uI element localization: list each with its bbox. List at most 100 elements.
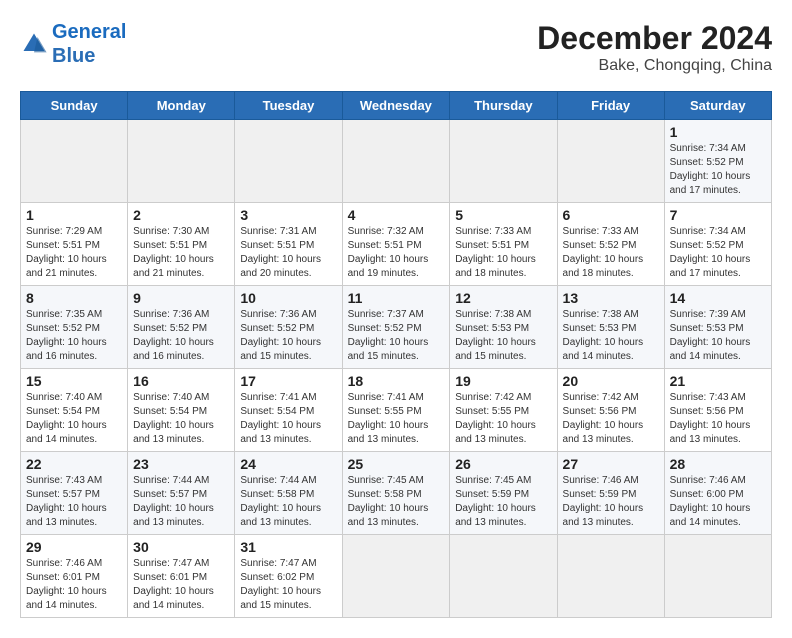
day-info: Sunrise: 7:36 AMSunset: 5:52 PMDaylight:…	[240, 308, 336, 364]
day-info: Sunrise: 7:31 AMSunset: 5:51 PMDaylight:…	[240, 225, 336, 281]
calendar-cell: 23 Sunrise: 7:44 AMSunset: 5:57 PMDayligh…	[128, 452, 235, 535]
calendar-cell: 15 Sunrise: 7:40 AMSunset: 5:54 PMDayligh…	[21, 369, 128, 452]
day-number: 31	[240, 539, 336, 555]
day-number: 9	[133, 290, 229, 306]
day-info: Sunrise: 7:43 AMSunset: 5:57 PMDaylight:…	[26, 474, 122, 530]
day-info: Sunrise: 7:43 AMSunset: 5:56 PMDaylight:…	[670, 391, 766, 447]
calendar-cell: 20Sunrise: 7:42 AMSunset: 5:56 PMDayligh…	[557, 369, 664, 452]
logo-line1: General	[52, 21, 126, 43]
calendar-cell	[235, 120, 342, 203]
calendar-cell	[450, 535, 557, 618]
day-number: 18	[348, 373, 445, 389]
calendar-week-3: 8 Sunrise: 7:35 AMSunset: 5:52 PMDaylight…	[21, 286, 772, 369]
day-number: 25	[348, 456, 445, 472]
day-number: 3	[240, 207, 336, 223]
calendar-cell: 3 Sunrise: 7:31 AMSunset: 5:51 PMDaylight…	[235, 203, 342, 286]
day-number: 7	[670, 207, 766, 223]
day-number: 27	[563, 456, 659, 472]
calendar-cell: 14Sunrise: 7:39 AMSunset: 5:53 PMDayligh…	[664, 286, 771, 369]
day-info: Sunrise: 7:44 AMSunset: 5:58 PMDaylight:…	[240, 474, 336, 530]
day-number: 19	[455, 373, 551, 389]
day-number: 24	[240, 456, 336, 472]
day-info: Sunrise: 7:37 AMSunset: 5:52 PMDaylight:…	[348, 308, 445, 364]
title-block: December 2024 Bake, Chongqing, China	[537, 20, 772, 75]
day-number: 28	[670, 456, 766, 472]
day-info: Sunrise: 7:38 AMSunset: 5:53 PMDaylight:…	[563, 308, 659, 364]
calendar-cell: 6 Sunrise: 7:33 AMSunset: 5:52 PMDaylight…	[557, 203, 664, 286]
calendar-table: SundayMondayTuesdayWednesdayThursdayFrid…	[20, 91, 772, 618]
weekday-header-sunday: Sunday	[21, 92, 128, 120]
calendar-cell: 2 Sunrise: 7:30 AMSunset: 5:51 PMDaylight…	[128, 203, 235, 286]
day-info: Sunrise: 7:34 AMSunset: 5:52 PMDaylight:…	[670, 142, 766, 198]
day-number: 29	[26, 539, 122, 555]
day-number: 14	[670, 290, 766, 306]
day-info: Sunrise: 7:29 AMSunset: 5:51 PMDaylight:…	[26, 225, 122, 281]
day-info: Sunrise: 7:44 AMSunset: 5:57 PMDaylight:…	[133, 474, 229, 530]
calendar-cell	[557, 120, 664, 203]
weekday-header-friday: Friday	[557, 92, 664, 120]
calendar-cell: 24 Sunrise: 7:44 AMSunset: 5:58 PMDayligh…	[235, 452, 342, 535]
day-info: Sunrise: 7:46 AMSunset: 5:59 PMDaylight:…	[563, 474, 659, 530]
calendar-cell: 30Sunrise: 7:47 AMSunset: 6:01 PMDayligh…	[128, 535, 235, 618]
weekday-header-saturday: Saturday	[664, 92, 771, 120]
calendar-cell	[450, 120, 557, 203]
calendar-cell: 10 Sunrise: 7:36 AMSunset: 5:52 PMDayligh…	[235, 286, 342, 369]
calendar-cell: 8 Sunrise: 7:35 AMSunset: 5:52 PMDaylight…	[21, 286, 128, 369]
day-number: 16	[133, 373, 229, 389]
day-info: Sunrise: 7:42 AMSunset: 5:55 PMDaylight:…	[455, 391, 551, 447]
day-number: 2	[133, 207, 229, 223]
day-info: Sunrise: 7:33 AMSunset: 5:51 PMDaylight:…	[455, 225, 551, 281]
calendar-cell: 28Sunrise: 7:46 AMSunset: 6:00 PMDayligh…	[664, 452, 771, 535]
day-number: 23	[133, 456, 229, 472]
page-header: General Blue December 2024 Bake, Chongqi…	[20, 20, 772, 75]
day-info: Sunrise: 7:35 AMSunset: 5:52 PMDaylight:…	[26, 308, 122, 364]
calendar-cell: 4Sunrise: 7:32 AMSunset: 5:51 PMDaylight…	[342, 203, 450, 286]
day-info: Sunrise: 7:33 AMSunset: 5:52 PMDaylight:…	[563, 225, 659, 281]
day-info: Sunrise: 7:36 AMSunset: 5:52 PMDaylight:…	[133, 308, 229, 364]
day-info: Sunrise: 7:38 AMSunset: 5:53 PMDaylight:…	[455, 308, 551, 364]
day-number: 8	[26, 290, 122, 306]
day-number: 13	[563, 290, 659, 306]
day-number: 1	[26, 207, 122, 223]
calendar-cell: 19 Sunrise: 7:42 AMSunset: 5:55 PMDayligh…	[450, 369, 557, 452]
calendar-cell: 7 Sunrise: 7:34 AMSunset: 5:52 PMDaylight…	[664, 203, 771, 286]
day-number: 6	[563, 207, 659, 223]
day-info: Sunrise: 7:30 AMSunset: 5:51 PMDaylight:…	[133, 225, 229, 281]
calendar-cell: 25 Sunrise: 7:45 AMSunset: 5:58 PMDayligh…	[342, 452, 450, 535]
calendar-week-5: 22 Sunrise: 7:43 AMSunset: 5:57 PMDayligh…	[21, 452, 772, 535]
calendar-cell: 13 Sunrise: 7:38 AMSunset: 5:53 PMDayligh…	[557, 286, 664, 369]
day-number: 1	[670, 124, 766, 140]
day-info: Sunrise: 7:40 AMSunset: 5:54 PMDaylight:…	[133, 391, 229, 447]
location: Bake, Chongqing, China	[537, 57, 772, 75]
day-info: Sunrise: 7:41 AMSunset: 5:55 PMDaylight:…	[348, 391, 445, 447]
day-info: Sunrise: 7:40 AMSunset: 5:54 PMDaylight:…	[26, 391, 122, 447]
calendar-cell: 27 Sunrise: 7:46 AMSunset: 5:59 PMDayligh…	[557, 452, 664, 535]
calendar-week-2: 1 Sunrise: 7:29 AMSunset: 5:51 PMDaylight…	[21, 203, 772, 286]
logo-line2: Blue	[52, 45, 95, 67]
calendar-cell: 1 Sunrise: 7:34 AMSunset: 5:52 PMDaylight…	[664, 120, 771, 203]
calendar-cell: 22 Sunrise: 7:43 AMSunset: 5:57 PMDayligh…	[21, 452, 128, 535]
day-info: Sunrise: 7:34 AMSunset: 5:52 PMDaylight:…	[670, 225, 766, 281]
calendar-cell: 29Sunrise: 7:46 AMSunset: 6:01 PMDayligh…	[21, 535, 128, 618]
day-info: Sunrise: 7:42 AMSunset: 5:56 PMDaylight:…	[563, 391, 659, 447]
calendar-cell	[21, 120, 128, 203]
calendar-cell	[342, 535, 450, 618]
day-number: 11	[348, 290, 445, 306]
day-number: 26	[455, 456, 551, 472]
calendar-cell: 1 Sunrise: 7:29 AMSunset: 5:51 PMDaylight…	[21, 203, 128, 286]
day-number: 22	[26, 456, 122, 472]
day-info: Sunrise: 7:41 AMSunset: 5:54 PMDaylight:…	[240, 391, 336, 447]
calendar-week-1: 1 Sunrise: 7:34 AMSunset: 5:52 PMDaylight…	[21, 120, 772, 203]
logo: General Blue	[20, 20, 126, 68]
day-info: Sunrise: 7:45 AMSunset: 5:58 PMDaylight:…	[348, 474, 445, 530]
logo-text: General Blue	[52, 20, 126, 68]
day-number: 10	[240, 290, 336, 306]
day-info: Sunrise: 7:32 AMSunset: 5:51 PMDaylight:…	[348, 225, 445, 281]
calendar-week-4: 15 Sunrise: 7:40 AMSunset: 5:54 PMDayligh…	[21, 369, 772, 452]
weekday-header-thursday: Thursday	[450, 92, 557, 120]
calendar-cell	[557, 535, 664, 618]
day-number: 15	[26, 373, 122, 389]
day-info: Sunrise: 7:45 AMSunset: 5:59 PMDaylight:…	[455, 474, 551, 530]
calendar-cell: 17Sunrise: 7:41 AMSunset: 5:54 PMDayligh…	[235, 369, 342, 452]
calendar-cell: 12Sunrise: 7:38 AMSunset: 5:53 PMDayligh…	[450, 286, 557, 369]
